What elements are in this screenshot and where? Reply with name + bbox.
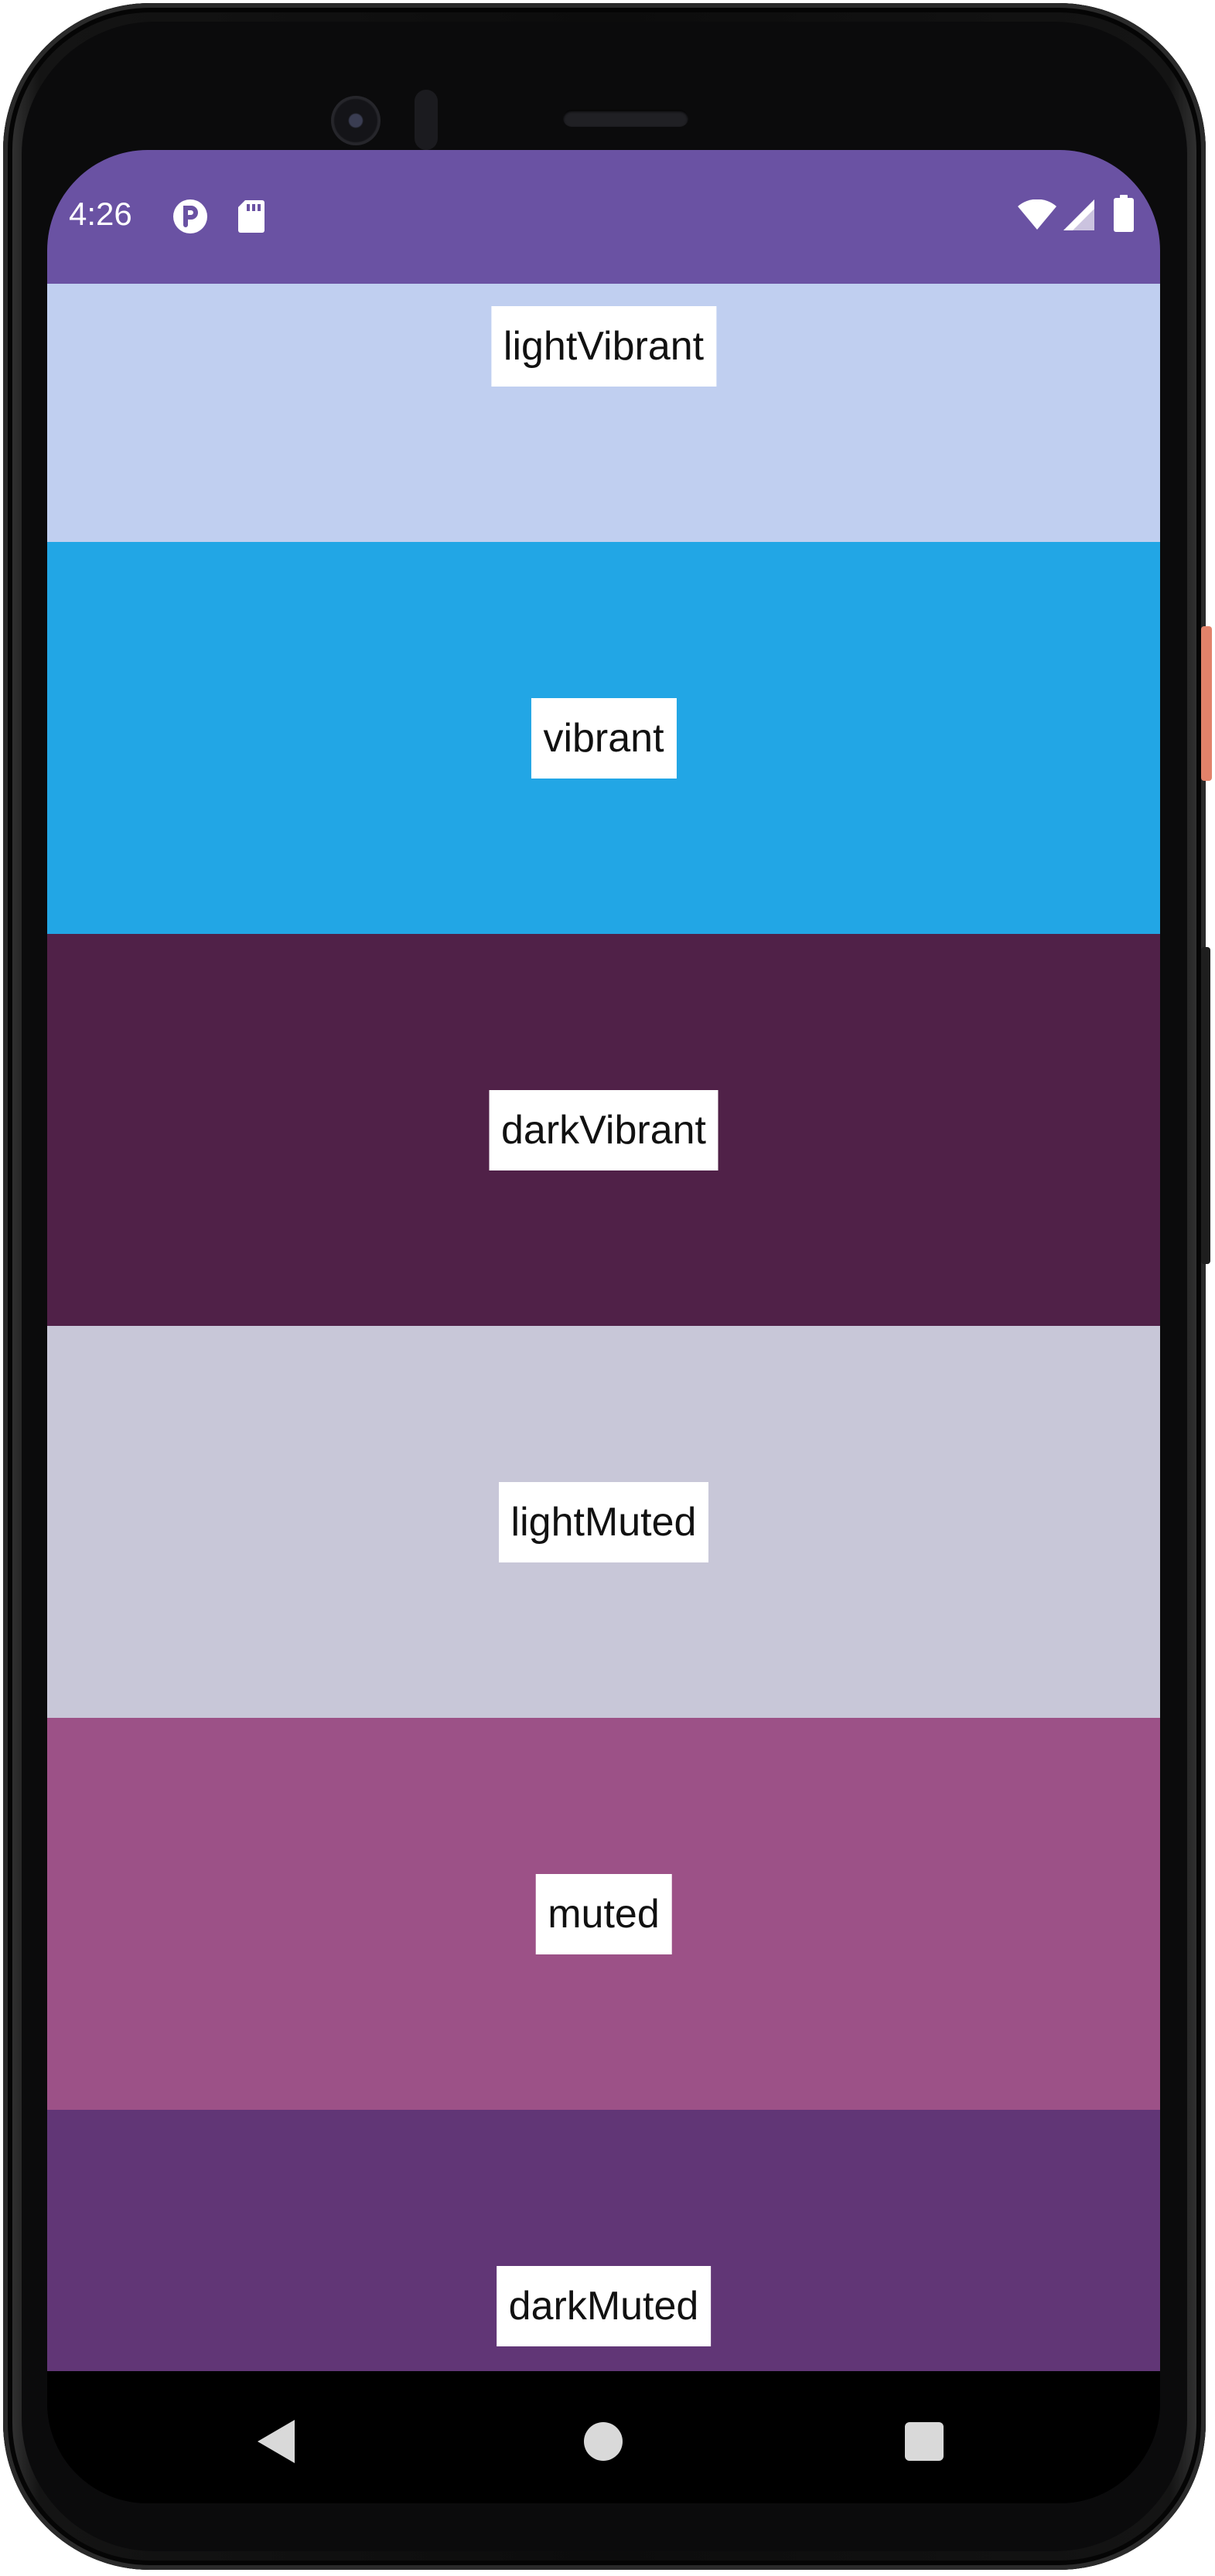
- home-icon[interactable]: [584, 2422, 623, 2461]
- cell-signal-icon: [1062, 198, 1096, 236]
- screen: 4:26 lightVibrant vibrant darkVibrant li…: [47, 150, 1160, 2503]
- swatch-label: darkVibrant: [489, 1090, 718, 1170]
- swatch-label: lightMuted: [498, 1482, 709, 1562]
- swatch-dark-muted: darkMuted: [47, 2110, 1160, 2372]
- swatch-label: vibrant: [531, 698, 677, 779]
- back-icon[interactable]: [258, 2420, 295, 2463]
- volume-button[interactable]: [1201, 947, 1210, 1264]
- earpiece-speaker: [563, 110, 688, 127]
- battery-icon: [1114, 195, 1134, 236]
- status-bar: 4:26: [47, 150, 1160, 284]
- swatch-label: darkMuted: [496, 2266, 712, 2346]
- swatch-muted: muted: [47, 1718, 1160, 2110]
- palette-swatch-list: lightVibrant vibrant darkVibrant lightMu…: [47, 284, 1160, 2372]
- data-saver-icon: [172, 199, 208, 238]
- swatch-light-vibrant: lightVibrant: [47, 284, 1160, 542]
- power-button[interactable]: [1201, 626, 1212, 781]
- recents-icon[interactable]: [905, 2422, 944, 2461]
- swatch-label: muted: [535, 1874, 672, 1954]
- status-time: 4:26: [69, 196, 132, 232]
- swatch-dark-vibrant: darkVibrant: [47, 934, 1160, 1326]
- swatch-vibrant: vibrant: [47, 542, 1160, 934]
- swatch-label: lightVibrant: [490, 306, 717, 387]
- front-camera-icon: [331, 96, 381, 145]
- sd-card-icon: [237, 199, 265, 238]
- navigation-bar: [47, 2371, 1160, 2503]
- sensor-icon: [415, 90, 438, 150]
- wifi-icon: [1017, 199, 1057, 234]
- swatch-light-muted: lightMuted: [47, 1326, 1160, 1718]
